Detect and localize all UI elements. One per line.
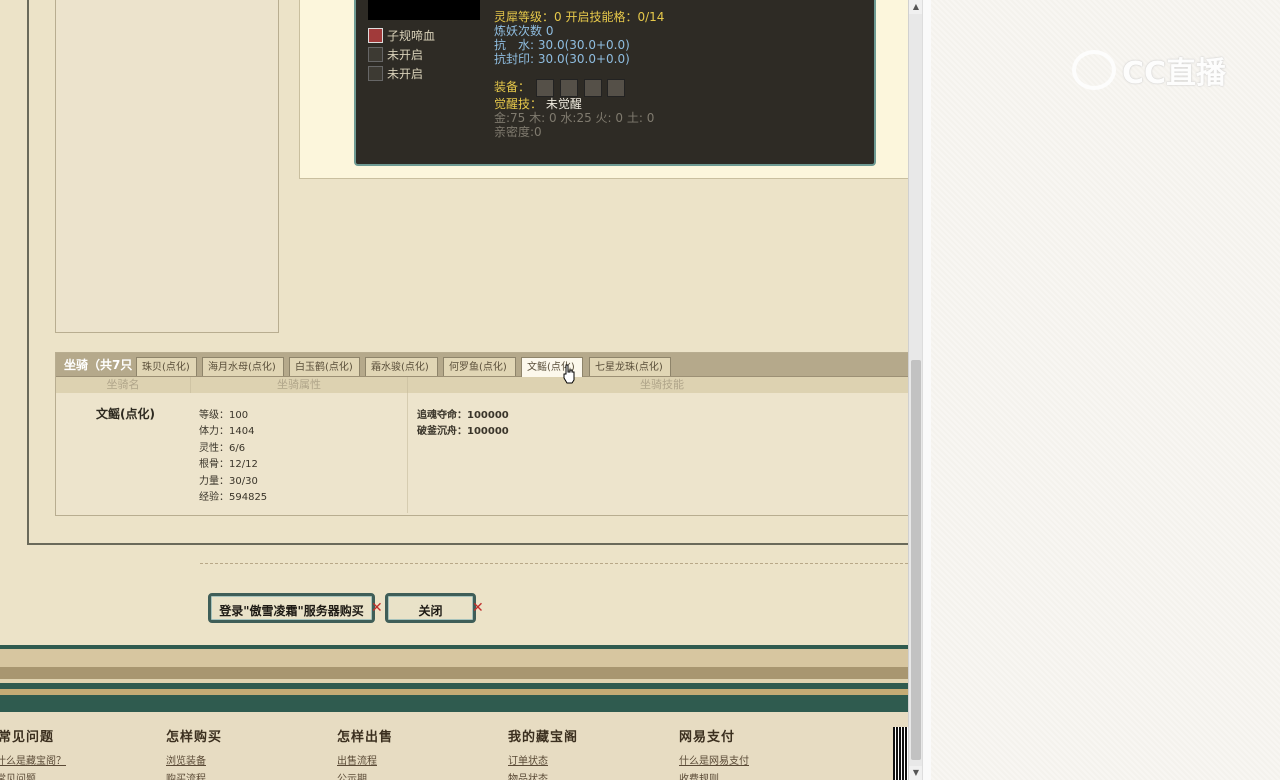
equip-slot-icon[interactable] [607, 78, 626, 97]
hand-cursor-icon [563, 364, 575, 384]
scroll-thumb[interactable] [911, 360, 921, 760]
dotted-divider [200, 563, 908, 564]
footer-link[interactable]: 常见问题 [0, 770, 36, 780]
column-divider [407, 393, 408, 513]
locked-slot-icon [368, 66, 383, 81]
col-header-attrs: 坐骑属性 [191, 377, 408, 393]
watermark-text: CC直播 [1122, 56, 1227, 91]
pet-skill-row[interactable]: 未开启 [368, 65, 423, 82]
mount-attr: 力量：30/30 [199, 476, 258, 487]
col-header-name: 坐骑名 [56, 377, 191, 393]
pet-skill-label: 未开启 [387, 48, 424, 62]
mount-skill: 破釜沉舟：100000 [417, 426, 509, 437]
tab-mount-heluo[interactable]: 何罗鱼(点化) [443, 357, 516, 376]
mount-attr: 灵性：6/6 [199, 443, 246, 454]
footer-heading: 怎样出售 [337, 730, 394, 745]
browser-page: 子规啼血 未开启 未开启 灵犀等级：0 开启技能格：0/14 炼妖次数 0 抗 … [0, 0, 908, 780]
equipment-row: 装备： [494, 78, 626, 97]
pet-name-bar [368, 0, 480, 20]
close-button[interactable]: 关闭 [385, 593, 476, 623]
resist-seal-value: 30.0(30.0+0.0) [537, 52, 630, 66]
tab-mount-haiyue[interactable]: 海月水母(点化) [202, 357, 284, 376]
pet-skill-row[interactable]: 未开启 [368, 46, 423, 63]
scroll-down-icon[interactable]: ▼ [909, 766, 923, 780]
footer-link[interactable]: 收费规则 [679, 770, 719, 780]
window-edge [922, 0, 931, 780]
pet-info-panel: 子规啼血 未开启 未开启 灵犀等级：0 开启技能格：0/14 炼妖次数 0 抗 … [354, 0, 876, 166]
mount-tab-bar: 坐骑（共7只 珠贝(点化) 海月水母(点化) 白玉鹤(点化) 霜水骏(点化) 何… [56, 353, 908, 377]
eye-logo-icon [1072, 50, 1116, 90]
intimacy: 亲密度:0 [494, 125, 542, 139]
mount-skill: 追魂夺命：100000 [417, 410, 509, 421]
tab-mount-baiyu[interactable]: 白玉鹤(点化) [289, 357, 360, 376]
resist-seal: 抗封印: 30.0(30.0+0.0) [494, 50, 630, 67]
mount-section-title: 坐骑（共7只 [64, 358, 133, 372]
equip-slot-icon[interactable] [583, 78, 602, 97]
vertical-scrollbar[interactable]: ▲ ▼ [908, 0, 923, 780]
tab-mount-qixing[interactable]: 七星龙珠(点化) [589, 357, 671, 376]
mount-attr: 根骨：12/12 [199, 459, 258, 470]
footer-link[interactable]: 物品状态 [508, 770, 548, 780]
footer-link[interactable]: 购买流程 [166, 770, 206, 780]
mount-attr: 等级：100 [199, 410, 249, 421]
footer-link[interactable]: 浏览装备 [166, 752, 206, 767]
pet-skill-row[interactable]: 子规啼血 [368, 27, 435, 44]
close-x-icon: ✕ [472, 600, 484, 616]
blood-skill-icon [368, 28, 383, 43]
qr-code-icon [893, 727, 908, 780]
footer-heading: 网易支付 [679, 730, 736, 745]
equip-slot-icon[interactable] [535, 78, 554, 97]
equipment-label: 装备： [494, 80, 531, 94]
footer-heading: 我的藏宝阁 [508, 730, 579, 745]
mount-section: 坐骑（共7只 珠贝(点化) 海月水母(点化) 白玉鹤(点化) 霜水骏(点化) 何… [55, 352, 908, 516]
footer-link[interactable]: 公示期 [337, 770, 367, 780]
col-header-skills: 坐骑技能 [408, 377, 908, 393]
close-x-icon: ✕ [371, 600, 383, 616]
footer-link[interactable]: 出售流程 [337, 752, 377, 767]
equip-slot-icon[interactable] [559, 78, 578, 97]
tab-mount-zhubei[interactable]: 珠贝(点化) [136, 357, 197, 376]
mount-attr: 体力：1404 [199, 426, 255, 437]
locked-slot-icon [368, 47, 383, 62]
footer-link[interactable]: 什么是网易支付 [679, 752, 749, 767]
tab-mount-shuangshui[interactable]: 霜水骏(点化) [365, 357, 438, 376]
mount-attr: 经验：594825 [199, 492, 268, 503]
desktop-background [930, 0, 1280, 780]
resist-seal-label: 抗封印: [494, 52, 535, 66]
left-info-column [55, 0, 279, 333]
pet-skill-label: 子规啼血 [387, 29, 436, 43]
site-footer: 常见问题 什么是藏宝阁？ 常见问题 怎样购买 浏览装备 购买流程 怎样出售 出售… [0, 712, 908, 780]
footer-heading: 常见问题 [0, 730, 55, 745]
mount-name: 文鳐(点化) [96, 407, 155, 421]
watermark-logo: CC直播 [1072, 48, 1226, 92]
footer-decoration [0, 645, 908, 712]
footer-heading: 怎样购买 [166, 730, 223, 745]
footer-link[interactable]: 订单状态 [508, 752, 548, 767]
login-buy-button[interactable]: 登录"傲雪凌霜"服务器购买 [208, 593, 375, 623]
footer-link[interactable]: 什么是藏宝阁？ [0, 752, 66, 767]
pet-skill-label: 未开启 [387, 67, 424, 81]
scroll-up-icon[interactable]: ▲ [909, 0, 923, 14]
